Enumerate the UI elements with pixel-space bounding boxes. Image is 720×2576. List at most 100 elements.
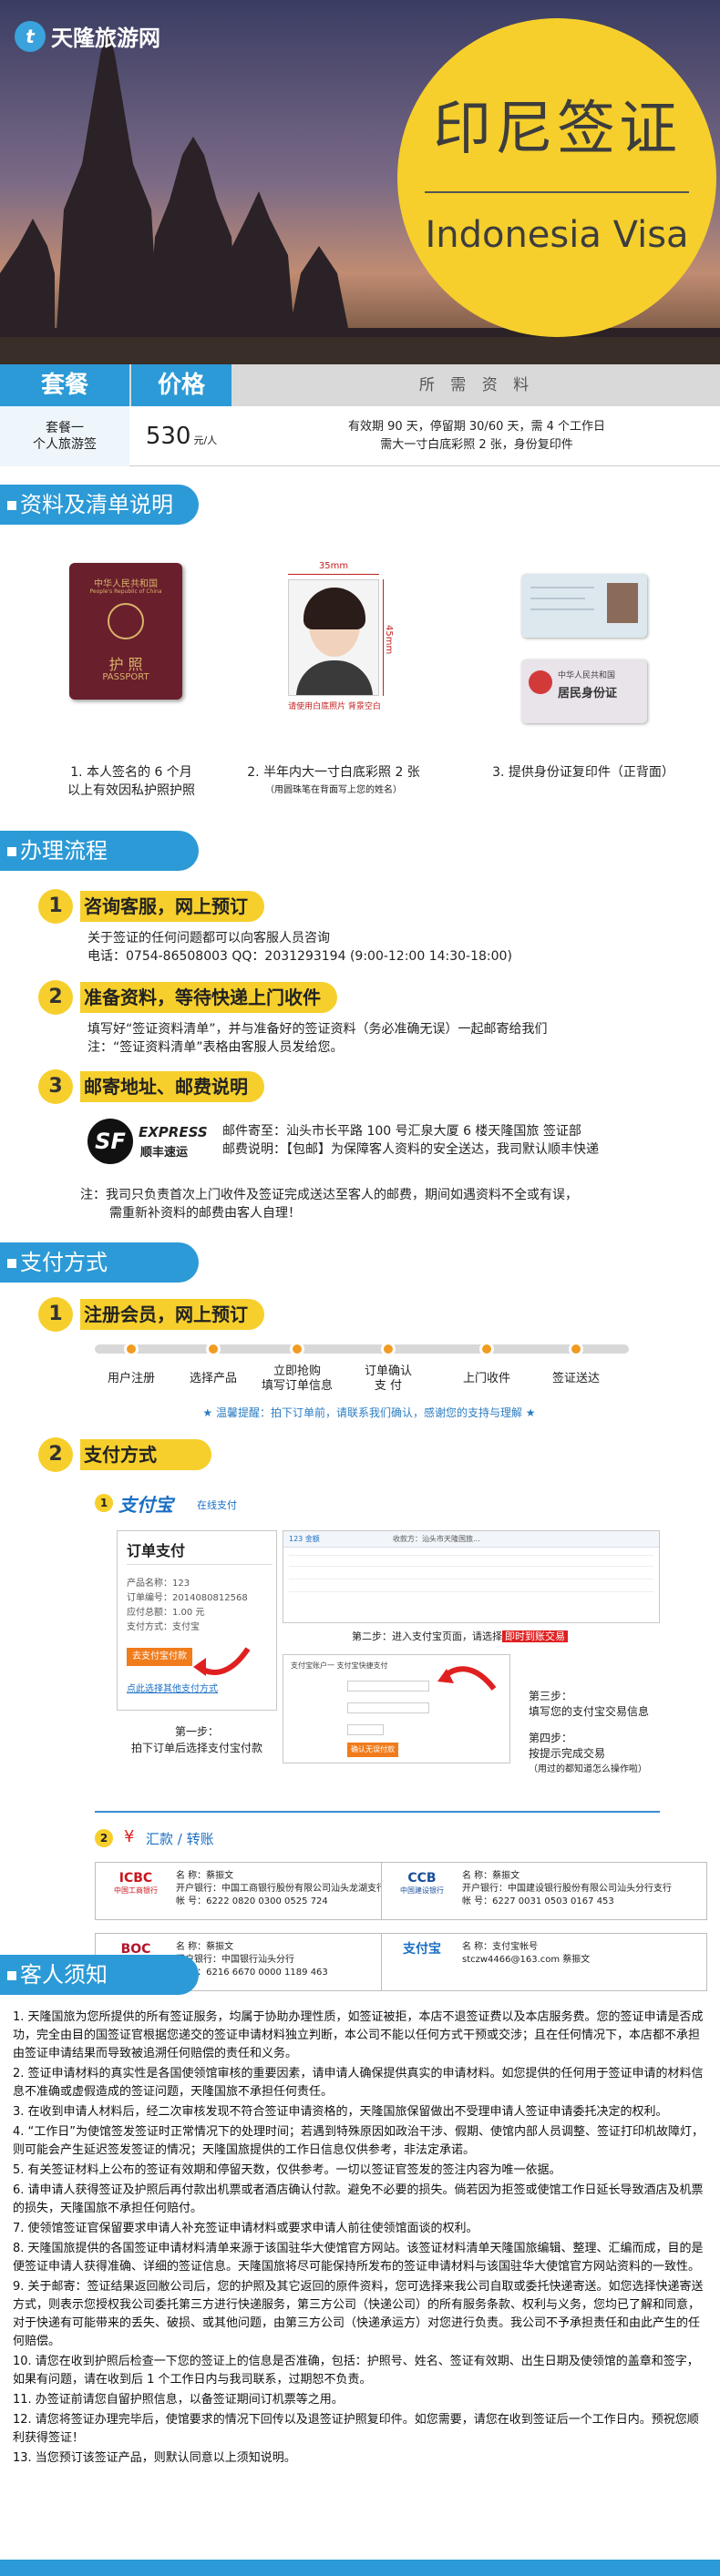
- header-package: 套餐: [0, 364, 129, 406]
- step-b-text: 第二步：进入支付宝页面，请选择 即时到账交易: [352, 1629, 568, 1643]
- mock-payee: 收款方：汕头市天隆国旅...: [393, 1535, 480, 1543]
- bullet-square-icon: [7, 847, 16, 856]
- price-unit: 元/人: [193, 434, 218, 446]
- section-materials-title: 资料及清单说明: [0, 485, 199, 525]
- passport-text-cn: 中华人民共和国: [94, 579, 158, 589]
- step-number: 1: [38, 889, 73, 924]
- id-photo-sample: 35mm 45mm 请使用白底照片 背景空白: [275, 561, 394, 725]
- red-arrow-icon: [437, 1666, 497, 1691]
- passport-text-en: People's Republic of China: [89, 588, 162, 595]
- remit-title: 汇款 / 转账: [146, 1831, 214, 1847]
- idcard-cn: 中华人民共和国: [558, 671, 616, 680]
- mock-account-input[interactable]: [347, 1681, 429, 1692]
- idcard-title: 居民身份证: [558, 687, 618, 700]
- emblem-icon: [108, 603, 144, 639]
- logo-text: 天隆旅游网: [51, 26, 160, 51]
- section-process-title: 办理流程: [0, 831, 199, 871]
- note-item: 12. 请您将签证办理完毕后，使馆要求的情况下回传以及退签证护照复印件。如您需要…: [13, 2413, 699, 2445]
- step-a-text: 第一步： 拍下订单后选择支付宝付款: [130, 1725, 262, 1754]
- mock-amount: 123 金额: [289, 1535, 320, 1543]
- bank-logo: ICBC 中国工商银行: [114, 1871, 158, 1895]
- payment-step1-title: 注册会员，网上预订: [80, 1299, 264, 1330]
- package-name-line2: 个人旅游签: [33, 437, 97, 452]
- passport-huzhao: 护 照: [108, 656, 143, 673]
- remit-icon: ¥: [124, 1827, 135, 1846]
- bank-details: 名 称：蔡振文 开户银行：中国银行汕头分行帐 号：6216 6670 0000 1…: [176, 1942, 328, 1978]
- process-step3-title: 邮寄地址、邮费说明: [80, 1071, 264, 1102]
- payment-step2-title: 支付方式: [80, 1439, 211, 1470]
- package-info-line1: 有效期 90 天，停留期 30/60 天，需 4 个工作日: [347, 420, 606, 434]
- flow-step-deliver: 签证送达: [551, 1372, 600, 1385]
- flow-dot: [124, 1342, 139, 1356]
- flow-step-register: 用户注册: [107, 1372, 155, 1385]
- process-step3-text: 邮件寄至：汕头市长平路 100 号汇泉大厦 6 楼天隆国旅 签证部 邮费说明：【包…: [222, 1124, 599, 1157]
- title-en: Indonesia Visa: [425, 214, 689, 256]
- section-payment-title: 支付方式: [0, 1242, 199, 1283]
- sf-cn-text: 顺丰速运: [140, 1146, 189, 1160]
- bank-account-card: CCB 中国建设银行名 称：蔡振文 开户银行：中国建设银行股份有限公司汕头分行支行帐…: [381, 1862, 707, 1920]
- footer-bar: [0, 2560, 720, 2576]
- photo-width-label: 35mm: [318, 561, 349, 571]
- price-value: 530: [145, 423, 191, 450]
- section-notes-title: 客人须知: [0, 1955, 199, 1995]
- bank-logo: 支付宝: [403, 1942, 441, 1957]
- flow-step-buy: 立即抢购 填写订单信息: [261, 1365, 333, 1393]
- package-price: 530 元/人: [131, 406, 231, 466]
- package-info: 有效期 90 天，停留期 30/60 天，需 4 个工作日 需大一寸白底彩照 2…: [233, 406, 720, 466]
- mock-captcha-input[interactable]: [347, 1724, 384, 1735]
- order-details: 产品名称：123 订单编号：2014080812568 应付总额：1.00 元 …: [127, 1579, 248, 1632]
- note-item: 3. 在收到申请人材料后，经二次审核发现不符合签证申请资格的，天隆国旅保留做出不…: [13, 2105, 668, 2119]
- site-logo[interactable]: t 天隆旅游网: [15, 20, 160, 52]
- mock-password-input[interactable]: [347, 1702, 429, 1713]
- package-name-line1: 套餐一: [46, 421, 84, 435]
- bank-account-card: 支付宝 名 称：支付宝帐号 stczw4466@163.com 蔡振文: [381, 1933, 707, 1991]
- flow-step-select: 选择产品: [189, 1372, 237, 1385]
- bullet-square-icon: [7, 501, 16, 510]
- process-step2-title: 准备资料，等待快递上门收件: [80, 982, 337, 1013]
- package-name: 套餐一 个人旅游签: [0, 406, 129, 466]
- step-number: 2: [38, 980, 73, 1015]
- note-item: 13. 当您预订该签证产品，则默认同意以上须知说明。: [13, 2451, 296, 2465]
- note-item: 7. 使领馆签证官保留要求申请人补充签证申请材料或要求申请人前往使领馆面谈的权利…: [13, 2222, 478, 2235]
- flow-dot: [479, 1342, 494, 1356]
- mock-confirm-button[interactable]: 确认无误付款: [347, 1743, 398, 1757]
- flow-dot: [381, 1342, 396, 1356]
- material-item-3: 3. 提供身份证复印件（正背面）: [492, 765, 674, 780]
- title-badge: 印尼签证 Indonesia Visa: [397, 18, 716, 337]
- process-step1-text: 关于签证的任何问题都可以向客服人员咨询 电话：0754-86508003 QQ：2…: [87, 931, 512, 964]
- process-note: 注：我司只负责首次上门收件及签证完成送达至客人的邮费，期间如遇资料不全或有误，需…: [80, 1188, 578, 1221]
- id-card-front-image: [521, 574, 647, 638]
- flow-dot: [569, 1342, 583, 1356]
- note-item: 10. 请您在收到护照后检查一下您的签证上的信息是否准确，包括：护照号、姓名、签…: [13, 2355, 699, 2387]
- alipay-logo: 支付宝: [118, 1494, 173, 1516]
- material-item-2: 2. 半年内大一寸白底彩照 2 张（用圆珠笔在背面写上您的姓名）: [247, 765, 420, 795]
- note-item: 5. 有关签证材料上公布的签证有效期和停留天数，仅供参考。一切以签证官签发的签注…: [13, 2163, 561, 2177]
- process-step2-text: 填写好“签证资料清单”，并与准备好的签证资料（务必准确无误）一起邮寄给我们 注：“…: [87, 1022, 548, 1055]
- flow-dot: [206, 1342, 221, 1356]
- portrait-image: [288, 579, 379, 696]
- note-item: 8. 天隆国旅提供的各国签证申请材料清单来源于该国驻华大使馆官方网站。该签证材料…: [13, 2242, 704, 2274]
- flow-dot: [290, 1342, 304, 1356]
- header-materials: 所 需 资 料: [418, 376, 535, 394]
- bank-logo: CCB 中国建设银行: [400, 1871, 444, 1895]
- go-pay-button[interactable]: 去支付宝付款: [127, 1648, 192, 1666]
- bullet-square-icon: [7, 1971, 16, 1980]
- alipay-page-mock: 123 金额 收款方：汕头市天隆国旅...: [283, 1530, 660, 1623]
- note-item: 9. 关于邮寄：签证结果返回敝公司后，您的护照及其它返回的原件资料，您可选择来我…: [13, 2280, 704, 2348]
- bank-details: 名 称：蔡振文 开户银行：中国建设银行股份有限公司汕头分行支行帐 号：6227 0…: [462, 1871, 672, 1906]
- divider: [95, 1811, 660, 1813]
- bank-account-card: ICBC 中国工商银行名 称：蔡振文 开户银行：中国工商银行股份有限公司汕头龙湖支行…: [95, 1862, 421, 1920]
- alipay-circle-number: 1: [95, 1494, 113, 1512]
- note-item: 1. 天隆国旅为您所提供的所有签证服务，均属于协助办理性质，如签证被拒，本店不退…: [13, 2010, 704, 2060]
- photo-height-label: 45mm: [384, 625, 394, 655]
- photo-width-line: [288, 574, 379, 575]
- sf-express-text: EXPRESS: [139, 1124, 208, 1140]
- passport-label: PASSPORT: [102, 672, 149, 682]
- step-number: 1: [38, 1297, 73, 1332]
- flow-tip: ★ 温馨提醒：拍下订单前，请联系我们确认，感谢您的支持与理解 ★: [202, 1406, 536, 1419]
- note-item: 2. 签证申请材料的真实性是各国使领馆审核的重要因素，请申请人确保提供真实的申请…: [13, 2067, 704, 2099]
- bullet-square-icon: [7, 1259, 16, 1268]
- remit-circle-number: 2: [95, 1829, 113, 1847]
- passport-image: 中华人民共和国 People's Republic of China 护 照 P…: [69, 563, 182, 700]
- flow-step-confirm: 订单确认 支 付: [364, 1365, 412, 1393]
